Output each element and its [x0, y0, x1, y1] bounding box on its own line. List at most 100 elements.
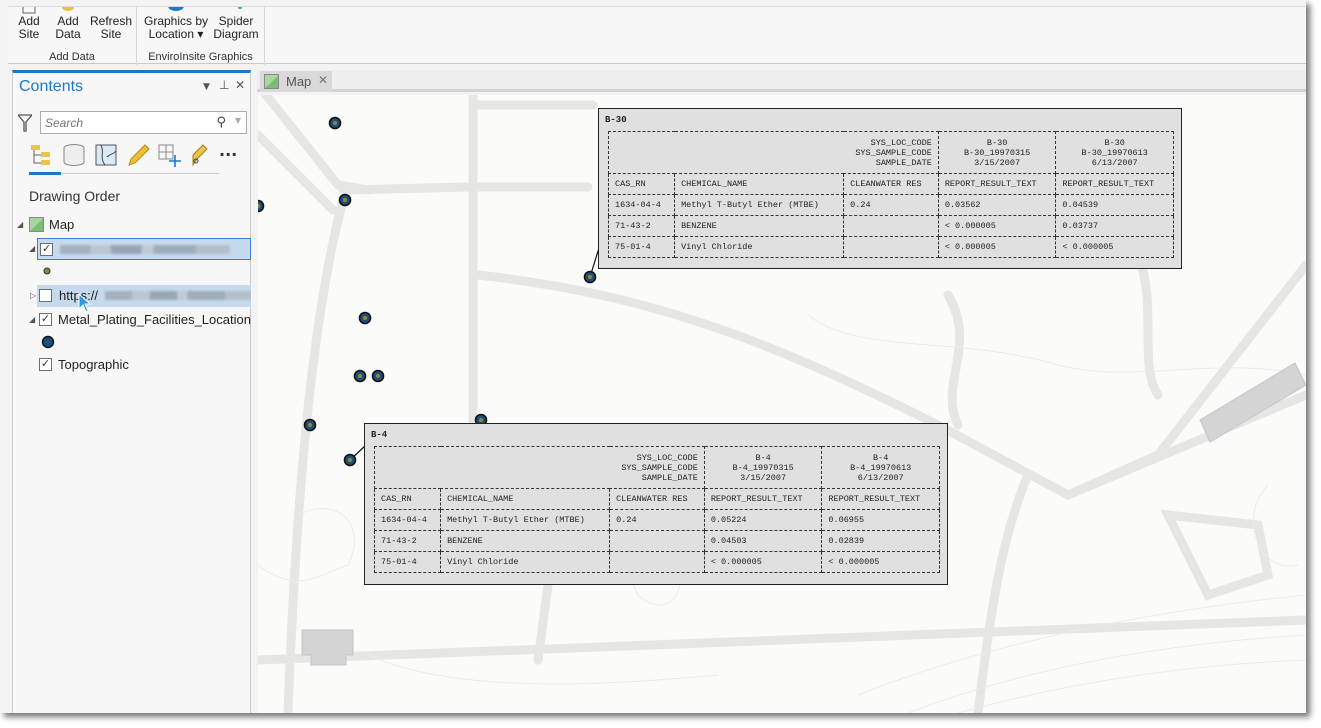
column-header: REPORT_RESULT_TEXT — [821, 488, 940, 510]
callout-b30[interactable]: B-30 SYS_LOC_CODE SYS_SAMPLE_CODE SAMPLE… — [598, 108, 1182, 269]
add-site-button[interactable]: Add Site — [12, 7, 46, 41]
pin-icon[interactable]: ⊥ — [219, 78, 229, 92]
pane-options-dropdown[interactable]: ▼ — [203, 82, 210, 92]
road — [1133, 250, 1163, 400]
column-header: CAS_RN — [373, 488, 442, 510]
contour — [857, 594, 1306, 696]
layer-visibility-checkbox[interactable]: ✓ — [40, 243, 53, 256]
list-by-drawing-order-icon[interactable] — [29, 143, 55, 167]
search-input[interactable] — [45, 115, 205, 131]
ribbon-group-label: Add Data — [49, 51, 95, 63]
close-pane-button[interactable]: ✕ — [235, 78, 245, 92]
list-by-editing-icon[interactable] — [125, 143, 151, 167]
road — [943, 290, 965, 430]
sample-location-point-center — [358, 374, 362, 378]
table-cell: 0.05224 — [703, 509, 823, 531]
contents-title: Contents — [19, 78, 84, 95]
sample-location-point-center — [363, 316, 367, 320]
layer-row-topographic[interactable]: ✓ Topographic — [13, 354, 251, 376]
table-header-row: SYS_LOC_CODE SYS_SAMPLE_CODE SAMPLE_DATE… — [608, 131, 1174, 174]
layer-visibility-checkbox[interactable]: ✓ — [39, 358, 52, 371]
list-by-source-icon[interactable] — [61, 143, 87, 167]
table-cell: 0.06955 — [821, 509, 940, 531]
contour — [367, 654, 719, 685]
add-site-label: Add Site — [18, 14, 40, 41]
contour — [907, 634, 1306, 713]
refresh-site-button[interactable]: Refresh Site — [90, 7, 132, 41]
sample-location-point-center — [343, 198, 347, 202]
collapse-icon[interactable]: ◢ — [29, 244, 35, 253]
list-by-selection-icon[interactable] — [93, 143, 119, 167]
close-tab-icon[interactable]: ✕ — [318, 73, 328, 87]
filter-icon[interactable] — [18, 114, 32, 132]
spider-diagram-button[interactable]: Spider Diagram — [211, 7, 261, 41]
tab-map[interactable]: Map ✕ — [260, 71, 332, 92]
table-cell: 0.04503 — [703, 530, 823, 552]
layer-visibility-checkbox[interactable] — [39, 289, 52, 302]
layer-symbol-facility-icon — [41, 335, 55, 349]
table-row: 75-01-4 Vinyl Chloride < 0.000005 < 0.00… — [373, 551, 940, 573]
column-header: CHEMICAL_NAME — [440, 488, 611, 510]
list-by-labeling-icon[interactable] — [189, 143, 215, 167]
layer-label-redacted — [60, 245, 230, 254]
contour — [957, 659, 1306, 713]
contour — [258, 508, 355, 582]
table-cell: 0.03737 — [1055, 215, 1174, 237]
table-row: 71-43-2 BENZENE < 0.000005 0.03737 — [607, 215, 1174, 237]
column-header: CLEANWATER RES — [843, 173, 939, 195]
table-row: 1634-04-4 Methyl T-Butyl Ether (MTBE) 0.… — [373, 509, 940, 531]
add-data-label: Add Data — [55, 14, 81, 41]
layer-label: Metal_Plating_Facilities_Locations_20 — [58, 312, 251, 327]
list-by-snapping-icon[interactable] — [157, 143, 183, 167]
search-field[interactable]: ⚲ ▼ — [40, 111, 247, 134]
layer-row-metal-plating[interactable]: ◢ ✓ Metal_Plating_Facilities_Locations_2… — [13, 309, 251, 331]
table-cell: Methyl T-Butyl Ether (MTBE) — [440, 509, 611, 531]
column-header: CAS_RN — [607, 173, 676, 195]
add-data-button[interactable]: Add Data — [51, 7, 85, 41]
table-cell — [843, 236, 939, 258]
road — [1160, 509, 1274, 601]
table-cell — [609, 530, 705, 552]
search-icon[interactable]: ⚲ — [216, 115, 226, 130]
road — [338, 182, 593, 195]
active-view-indicator — [29, 172, 61, 175]
table-cell: 75-01-4 — [373, 551, 442, 573]
road — [258, 615, 1306, 665]
map-icon — [264, 74, 279, 89]
results-table: SYS_LOC_CODE SYS_SAMPLE_CODE SAMPLE_DATE… — [373, 446, 940, 573]
table-cell — [609, 551, 705, 573]
mouse-cursor-icon — [78, 293, 92, 313]
table-cell: 0.03562 — [937, 194, 1057, 216]
sample-header-cell: B-30 B-30_19970613 6/13/2007 — [1055, 131, 1174, 174]
contents-view-toolbar: ··· — [29, 143, 237, 171]
sample-location-point-center — [479, 418, 483, 422]
refresh-site-label: Refresh Site — [90, 14, 133, 41]
expand-icon[interactable]: ▷ — [30, 291, 36, 300]
layer-visibility-checkbox[interactable]: ✓ — [39, 313, 52, 326]
collapse-icon[interactable]: ◢ — [29, 315, 35, 324]
header-labels-cell: SYS_LOC_CODE SYS_SAMPLE_CODE SAMPLE_DATE — [374, 446, 705, 489]
layer-symbol-point-icon — [43, 267, 51, 275]
layer-row-blurred-1[interactable]: ✓ — [37, 238, 251, 260]
map-view[interactable]: B-30 SYS_LOC_CODE SYS_SAMPLE_CODE SAMPLE… — [258, 95, 1306, 713]
table-row: 75-01-4 Vinyl Chloride < 0.000005 < 0.00… — [607, 236, 1174, 258]
column-header-row: CAS_RN CHEMICAL_NAME CLEANWATER RES REPO… — [373, 488, 940, 510]
layer-row-map[interactable]: ◢ Map — [13, 214, 251, 236]
more-options-icon[interactable]: ··· — [219, 145, 245, 169]
graphics-by-location-button[interactable]: Graphics by Location ▾ — [143, 7, 209, 41]
callout-title: B-30 — [605, 115, 627, 125]
drawing-order-heading: Drawing Order — [29, 188, 121, 204]
header-labels-cell: SYS_LOC_CODE SYS_SAMPLE_CODE SAMPLE_DATE — [608, 131, 939, 174]
sample-location-point-center — [588, 275, 592, 279]
graphics-by-location-label: Graphics by Location ▾ — [143, 14, 209, 41]
contents-pane: Contents ▼ ⊥ ✕ ⚲ ▼ ··· — [12, 70, 251, 713]
table-cell: Methyl T-Butyl Ether (MTBE) — [674, 194, 845, 216]
table-cell: < 0.000005 — [937, 236, 1057, 258]
road — [258, 130, 338, 215]
search-options-icon[interactable]: ▼ — [235, 116, 241, 125]
sample-location-point-center — [348, 458, 352, 462]
layer-row-https[interactable]: https:// — [37, 285, 251, 307]
callout-b4[interactable]: B-4 SYS_LOC_CODE SYS_SAMPLE_CODE SAMPLE_… — [364, 423, 948, 585]
collapse-icon[interactable]: ◢ — [17, 220, 23, 229]
road — [260, 95, 373, 195]
